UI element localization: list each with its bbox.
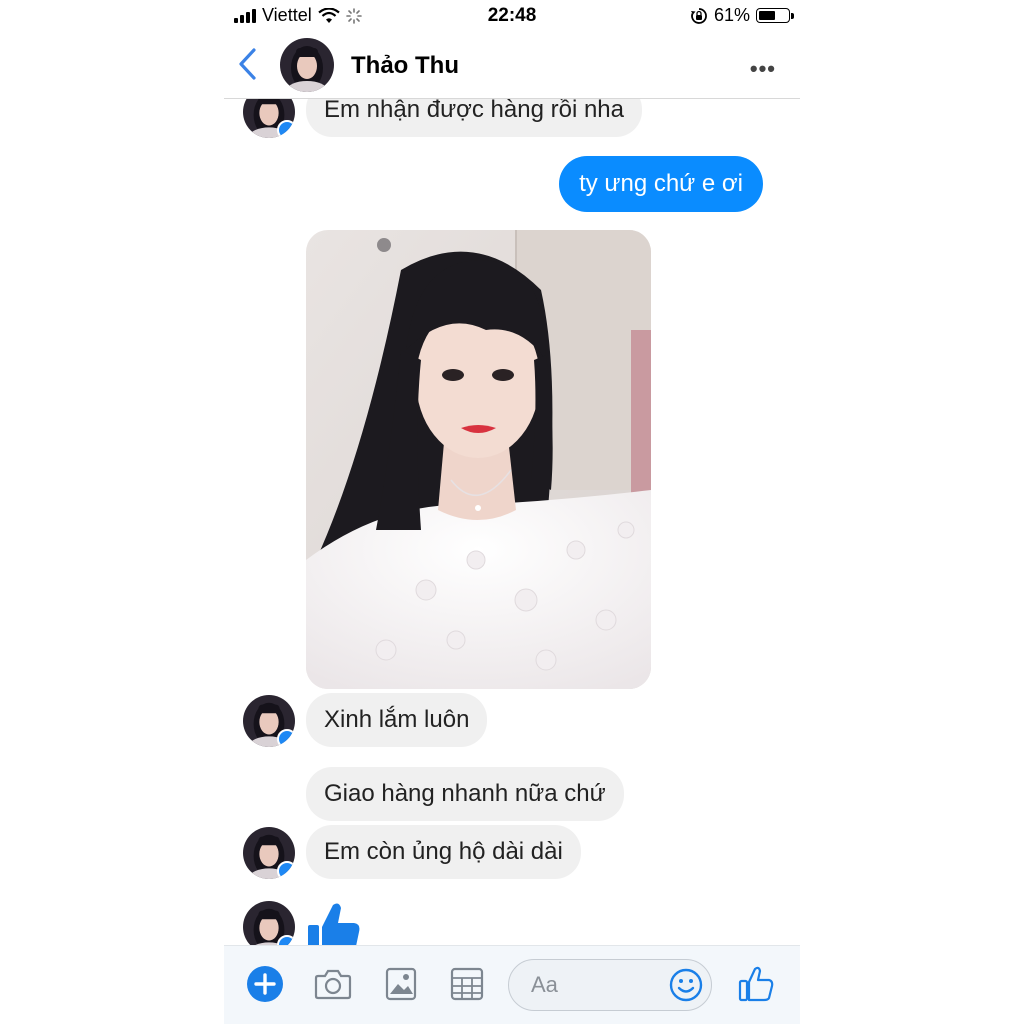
messenger-badge-icon [277, 120, 295, 138]
sender-avatar[interactable] [243, 827, 295, 879]
message-bubble-incoming[interactable]: Xinh lắm luôn [306, 693, 488, 747]
shared-photo[interactable] [306, 230, 651, 689]
conversation-header: Thảo Thu ••• [224, 34, 800, 99]
rotation-lock-icon [690, 7, 707, 24]
battery-icon [756, 8, 794, 23]
sender-avatar[interactable] [243, 99, 295, 138]
gallery-icon[interactable] [384, 966, 418, 1002]
sender-avatar[interactable] [243, 695, 295, 747]
back-chevron-icon[interactable] [234, 46, 262, 82]
sender-avatar[interactable] [243, 901, 295, 945]
more-options-icon[interactable]: ••• [750, 56, 776, 82]
message-input-placeholder: Aa [531, 972, 558, 997]
thumbs-up-sticker-icon[interactable] [306, 899, 362, 945]
message-bubble-incoming[interactable]: Giao hàng nhanh nữa chứ [306, 767, 624, 821]
contact-name[interactable]: Thảo Thu [351, 52, 459, 80]
contact-avatar[interactable] [280, 38, 334, 92]
battery-percentage: 61% [713, 5, 750, 25]
status-bar: Viettel 22:48 61% [224, 0, 800, 32]
message-bubble-incoming[interactable]: Em còn ủng hộ dài dài [306, 825, 581, 879]
message-bubble-outgoing[interactable]: ty ưng chứ e ơi [559, 156, 763, 212]
plus-icon[interactable] [246, 965, 284, 1003]
grid-icon[interactable] [450, 967, 484, 1001]
messenger-badge-icon [277, 729, 295, 747]
message-bubble-incoming[interactable]: Em nhận được hàng rồi nha [306, 99, 642, 137]
messenger-badge-icon [277, 935, 295, 945]
messenger-badge-icon [277, 861, 295, 879]
message-list[interactable]: Em nhận được hàng rồi nha ty ưng chứ e ơ… [224, 99, 800, 945]
emoji-icon[interactable] [669, 968, 703, 1002]
camera-icon[interactable] [314, 968, 352, 1000]
message-composer: Aa [224, 945, 800, 1024]
messenger-screen: Viettel 22:48 61% Thảo Thu ••• Em nhận đ… [224, 0, 800, 1024]
thumbs-up-icon[interactable] [738, 965, 774, 1003]
